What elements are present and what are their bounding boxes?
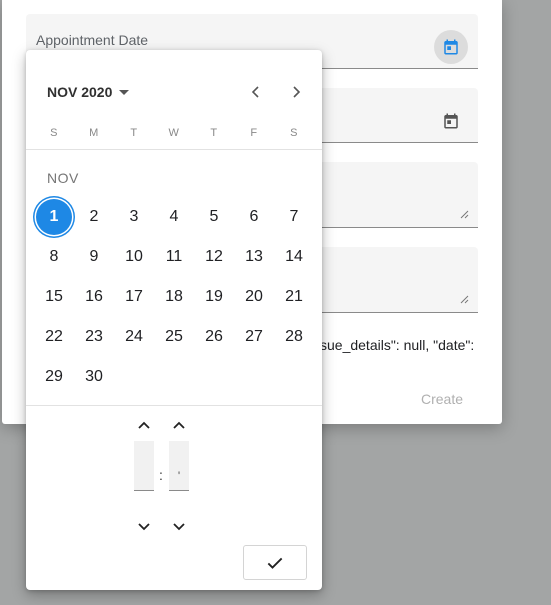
previous-month-button[interactable] — [245, 81, 267, 103]
day-cell[interactable]: 14 — [276, 239, 312, 275]
minute-input[interactable]: ' — [169, 441, 189, 491]
check-icon — [267, 557, 283, 569]
hour-decrement-button[interactable] — [134, 516, 154, 536]
day-cell[interactable]: 25 — [156, 319, 192, 355]
confirm-button[interactable] — [243, 545, 307, 580]
month-year-selector[interactable]: NOV 2020 — [47, 84, 130, 100]
day-cell[interactable]: 15 — [36, 279, 72, 315]
day-cell[interactable]: 8 — [36, 239, 72, 275]
day-cell[interactable]: 27 — [236, 319, 272, 355]
day-cell[interactable]: 5 — [196, 199, 232, 235]
hour-increment-button[interactable] — [134, 416, 154, 436]
day-cell[interactable]: 20 — [236, 279, 272, 315]
chevron-down-icon — [138, 523, 150, 531]
weekday-label: W — [168, 127, 180, 139]
day-cell[interactable]: 28 — [276, 319, 312, 355]
day-cell[interactable]: 10 — [116, 239, 152, 275]
divider — [26, 405, 322, 406]
day-cell[interactable]: 24 — [116, 319, 152, 355]
chevron-up-icon — [173, 421, 185, 429]
chevron-up-icon — [138, 421, 150, 429]
day-cell[interactable]: 22 — [36, 319, 72, 355]
day-cell[interactable]: 11 — [156, 239, 192, 275]
calendar-icon — [444, 39, 458, 55]
divider — [26, 149, 322, 150]
day-cell[interactable]: 4 — [156, 199, 192, 235]
day-cell[interactable]: 26 — [196, 319, 232, 355]
time-separator: : — [159, 467, 163, 483]
minute-increment-button[interactable] — [169, 416, 189, 436]
day-cell[interactable]: 17 — [116, 279, 152, 315]
day-cell[interactable]: 9 — [76, 239, 112, 275]
weekday-label: S — [50, 127, 58, 139]
day-cell[interactable]: 16 — [76, 279, 112, 315]
calendar-icon — [444, 113, 458, 129]
day-cell[interactable]: 29 — [36, 359, 72, 395]
month-year-label: NOV 2020 — [47, 84, 113, 100]
caret-down-icon — [119, 90, 130, 95]
open-calendar-button-2[interactable] — [434, 104, 468, 138]
day-cell[interactable]: 13 — [236, 239, 272, 275]
day-cell[interactable]: 23 — [76, 319, 112, 355]
weekday-label: S — [290, 127, 298, 139]
day-cell[interactable]: 30 — [76, 359, 112, 395]
day-cell[interactable]: 12 — [196, 239, 232, 275]
open-calendar-button[interactable] — [434, 30, 468, 64]
day-cell-selected[interactable]: 1 — [36, 199, 72, 235]
json-preview-text: sue_details": null, "date": — [320, 337, 475, 353]
minute-decrement-button[interactable] — [169, 516, 189, 536]
month-section-label: NOV — [47, 170, 79, 186]
weekday-label: M — [89, 127, 99, 139]
resize-handle-icon[interactable] — [460, 210, 469, 219]
day-cell[interactable]: 6 — [236, 199, 272, 235]
create-button[interactable]: Create — [421, 391, 463, 407]
day-cell[interactable]: 3 — [116, 199, 152, 235]
appointment-date-label: Appointment Date — [36, 32, 149, 48]
chevron-down-icon — [173, 523, 185, 531]
next-month-button[interactable] — [285, 81, 307, 103]
day-cell[interactable]: 19 — [196, 279, 232, 315]
weekday-label: T — [210, 127, 218, 139]
day-cell[interactable]: 21 — [276, 279, 312, 315]
date-picker-popup: NOV 2020 S M T W T F S NOV 1 2 3 4 5 6 7 8 9 10 11… — [26, 50, 322, 590]
day-cell[interactable]: 7 — [276, 199, 312, 235]
weekday-header: S M T W T F S — [26, 127, 322, 141]
resize-handle-icon[interactable] — [460, 295, 469, 304]
day-cell[interactable]: 2 — [76, 199, 112, 235]
weekday-label: T — [130, 127, 138, 139]
day-cell[interactable]: 18 — [156, 279, 192, 315]
hour-input[interactable] — [134, 441, 154, 491]
chevron-left-icon — [251, 86, 259, 98]
weekday-label: F — [250, 127, 258, 139]
chevron-right-icon — [293, 86, 301, 98]
